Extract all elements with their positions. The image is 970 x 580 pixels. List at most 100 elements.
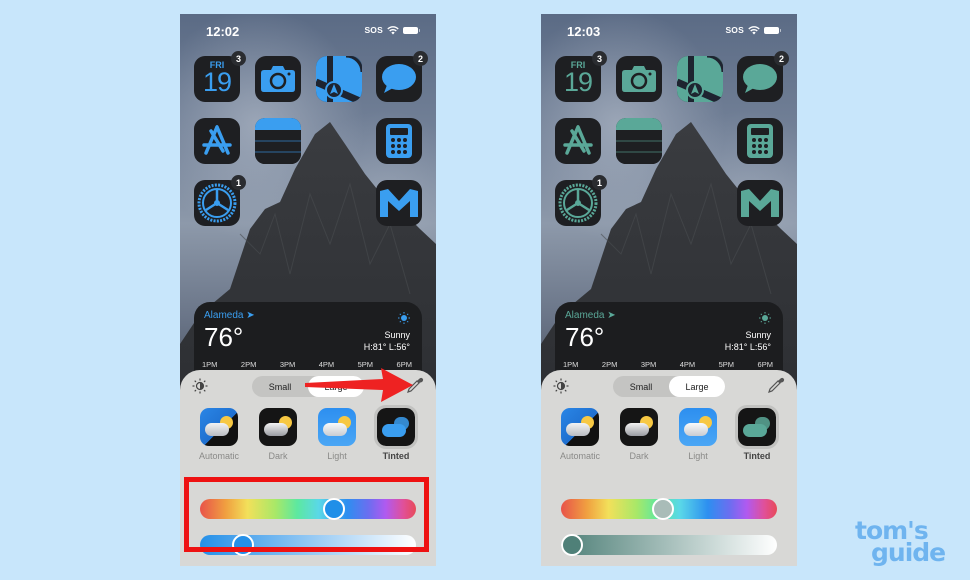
style-tinted[interactable]: Tinted (368, 405, 424, 461)
hour-label: 1PM (563, 360, 579, 369)
wifi-icon (387, 25, 399, 34)
app-maps[interactable] (316, 56, 362, 102)
status-time: 12:02 (206, 24, 240, 39)
eyedropper-icon[interactable] (767, 376, 785, 394)
style-label: Tinted (743, 451, 771, 461)
app-maps[interactable] (677, 56, 723, 102)
calculator-icon (386, 124, 412, 158)
app-camera[interactable] (255, 56, 301, 102)
automatic-weather-icon (561, 408, 599, 446)
battery-icon (764, 26, 781, 34)
settings-badge: 1 (592, 175, 607, 190)
weather-city: Alameda ➤ (565, 310, 616, 321)
dark-weather-icon (620, 408, 658, 446)
messages-badge: 2 (413, 51, 428, 66)
status-bar: 12:02 SOS (180, 22, 436, 42)
saturation-slider[interactable] (560, 534, 777, 556)
gmail-m-icon (380, 189, 418, 217)
status-time: 12:03 (567, 24, 601, 39)
style-dark[interactable]: Dark (250, 408, 306, 461)
weather-temperature: 76° (565, 322, 605, 352)
style-dark[interactable]: Dark (611, 408, 667, 461)
weather-condition: Sunny (745, 330, 771, 340)
style-options: Automatic Dark Light Tinted (180, 405, 436, 468)
calendar-date-label: 19 (202, 67, 232, 97)
tinted-weather-icon (374, 405, 418, 449)
style-options: Automatic Dark Light Tinted (541, 405, 797, 468)
style-tinted[interactable]: Tinted (729, 405, 785, 461)
app-app-store[interactable] (555, 118, 601, 164)
sun-icon (398, 312, 410, 324)
app-gmail[interactable] (737, 180, 783, 226)
style-light[interactable]: Light (309, 408, 365, 461)
messages-icon (743, 64, 777, 93)
messages-badge: 2 (774, 51, 789, 66)
maps-icon (677, 56, 723, 102)
app-calculator[interactable] (376, 118, 422, 164)
hour-label: 1PM (202, 360, 218, 369)
app-store-icon (202, 125, 232, 155)
dark-weather-icon (259, 408, 297, 446)
wifi-icon (748, 25, 760, 34)
style-light[interactable]: Light (670, 408, 726, 461)
style-label: Light (327, 451, 347, 461)
app-notes[interactable] (616, 118, 662, 164)
size-segmented-control: Small Large (613, 376, 725, 397)
size-option-small[interactable]: Small (613, 376, 669, 397)
status-bar: 12:03 SOS (541, 22, 797, 42)
phone-screenshot-after: 12:03 SOS FRI 19 3 2 1 Alameda ➤ 76° Sun… (541, 14, 797, 566)
app-notes[interactable] (255, 118, 301, 164)
calendar-date-label: 19 (563, 67, 593, 97)
hour-label: 3PM (279, 360, 296, 369)
hour-label: 6PM (757, 360, 773, 369)
style-label: Tinted (382, 451, 410, 461)
weather-hourly: 1PM 2PM 3PM 4PM 5PM 6PM (563, 360, 773, 369)
size-option-small[interactable]: Small (252, 376, 308, 397)
style-label: Dark (268, 451, 288, 461)
sun-icon (759, 312, 771, 324)
style-label: Automatic (559, 451, 601, 461)
light-weather-icon (318, 408, 356, 446)
brightness-icon[interactable] (192, 378, 208, 394)
brightness-icon[interactable] (553, 378, 569, 394)
hour-label: 3PM (640, 360, 657, 369)
calendar-badge: 3 (592, 51, 607, 66)
annotation-highlight-box (184, 477, 429, 552)
settings-badge: 1 (231, 175, 246, 190)
light-weather-icon (679, 408, 717, 446)
hue-slider[interactable] (561, 498, 777, 520)
app-calculator[interactable] (737, 118, 783, 164)
style-label: Light (688, 451, 708, 461)
weather-city: Alameda ➤ (204, 310, 255, 321)
notes-icon (255, 118, 301, 164)
size-option-large[interactable]: Large (669, 376, 725, 397)
style-automatic[interactable]: Automatic (552, 408, 608, 461)
calendar-badge: 3 (231, 51, 246, 66)
saturation-slider-thumb[interactable] (560, 534, 583, 556)
weather-temperature: 76° (204, 322, 244, 352)
gmail-m-icon (741, 189, 779, 217)
automatic-weather-icon (200, 408, 238, 446)
app-store-icon (563, 125, 593, 155)
hour-label: 4PM (679, 360, 696, 369)
customize-sheet: Small Large Automatic Dark (541, 370, 797, 566)
app-gmail[interactable] (376, 180, 422, 226)
location-arrow-icon: ➤ (246, 310, 255, 321)
messages-icon (382, 64, 416, 93)
app-app-store[interactable] (194, 118, 240, 164)
app-camera[interactable] (616, 56, 662, 102)
location-arrow-icon: ➤ (607, 310, 616, 321)
style-automatic[interactable]: Automatic (191, 408, 247, 461)
camera-icon (261, 66, 295, 92)
notes-icon (616, 118, 662, 164)
settings-gear-icon (558, 183, 598, 223)
hue-slider-thumb[interactable] (651, 498, 674, 520)
sos-indicator: SOS (364, 25, 383, 35)
style-label: Automatic (198, 451, 240, 461)
settings-gear-icon (197, 183, 237, 223)
toms-guide-logo: tom's guide (855, 518, 946, 567)
logo-line-2: guide (871, 538, 946, 567)
weather-high-low: H:81° L:56° (724, 342, 771, 352)
hour-label: 2PM (601, 360, 618, 369)
annotation-arrow-icon (305, 368, 413, 402)
